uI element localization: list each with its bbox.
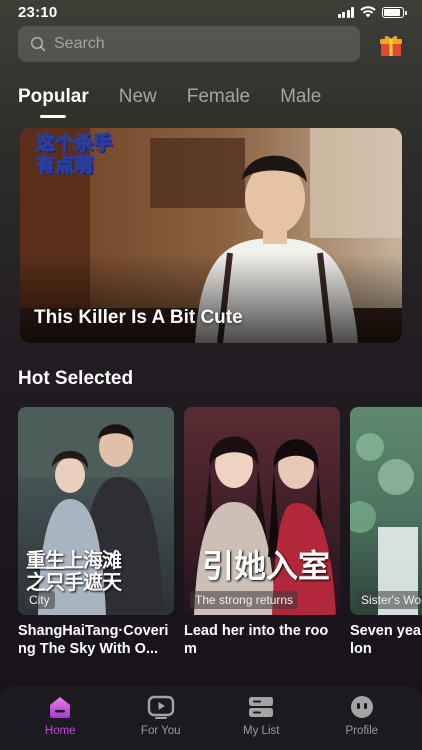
drama-title: ShangHaiTang·Covering The Sky With O...	[18, 623, 169, 657]
genre-tag: Sister's Wo	[356, 591, 422, 609]
list-icon	[247, 694, 275, 720]
status-time: 23:10	[18, 4, 58, 21]
drama-card[interactable]: 重生上海滩 之只手遮天 City ShangHaiTang·Covering T…	[18, 407, 174, 658]
nav-profile[interactable]: Profile	[322, 686, 402, 750]
category-tabs: Popular New Female Male	[18, 86, 321, 116]
nav-for-you-label: For You	[140, 725, 181, 737]
tab-popular[interactable]: Popular	[18, 86, 89, 116]
bottom-navigation: Home For You My List Profile	[0, 686, 422, 750]
poster-title-art: 引她入室	[202, 547, 331, 585]
tab-female[interactable]: Female	[187, 86, 250, 116]
poster-title-art: 重生上海滩 之只手遮天	[26, 548, 122, 594]
battery-icon	[382, 6, 407, 18]
play-icon	[147, 694, 175, 720]
gift-icon[interactable]	[378, 32, 404, 58]
banner-title: This Killer Is A Bit Cute	[34, 307, 243, 328]
search-input[interactable]	[54, 35, 334, 53]
genre-tag: City	[24, 591, 55, 609]
home-icon	[46, 694, 74, 720]
drama-card[interactable]: 引她入室 The strong returns Lead her into th…	[184, 407, 340, 658]
nav-my-list[interactable]: My List	[221, 686, 301, 750]
drama-poster: Sister's Wo	[350, 407, 422, 615]
search-bar[interactable]	[18, 26, 360, 62]
status-icons	[337, 6, 407, 18]
tab-new[interactable]: New	[119, 86, 157, 116]
cellular-signal-icon	[337, 6, 354, 18]
search-icon	[30, 36, 46, 52]
drama-poster: 引她入室 The strong returns	[184, 407, 340, 615]
featured-banner[interactable]: 这个杀手 有点萌 This Killer Is A Bit Cute	[20, 128, 402, 343]
section-title-hot-selected: Hot Selected	[18, 368, 134, 389]
status-bar: 23:10	[0, 0, 422, 26]
nav-my-list-label: My List	[243, 725, 280, 737]
tab-male[interactable]: Male	[280, 86, 321, 116]
nav-profile-label: Profile	[345, 725, 379, 737]
drama-title: Seven years, a love, a lon	[350, 623, 422, 657]
drama-poster: 重生上海滩 之只手遮天 City	[18, 407, 174, 615]
nav-home[interactable]: Home	[20, 686, 100, 750]
poster-artwork	[350, 433, 418, 615]
wifi-icon	[360, 6, 376, 18]
genre-tag: The strong returns	[190, 591, 299, 609]
banner-logo: 这个杀手 有点萌	[35, 132, 113, 177]
banner-gradient	[20, 253, 402, 343]
nav-for-you[interactable]: For You	[121, 686, 201, 750]
drama-card[interactable]: Sister's Wo Seven years, a love, a lon	[350, 407, 422, 658]
drama-title: Lead her into the room	[184, 623, 329, 657]
hot-selected-carousel[interactable]: 重生上海滩 之只手遮天 City ShangHaiTang·Covering T…	[18, 407, 422, 667]
profile-icon	[348, 694, 376, 720]
battery-level	[384, 8, 401, 16]
nav-home-label: Home	[44, 725, 76, 737]
